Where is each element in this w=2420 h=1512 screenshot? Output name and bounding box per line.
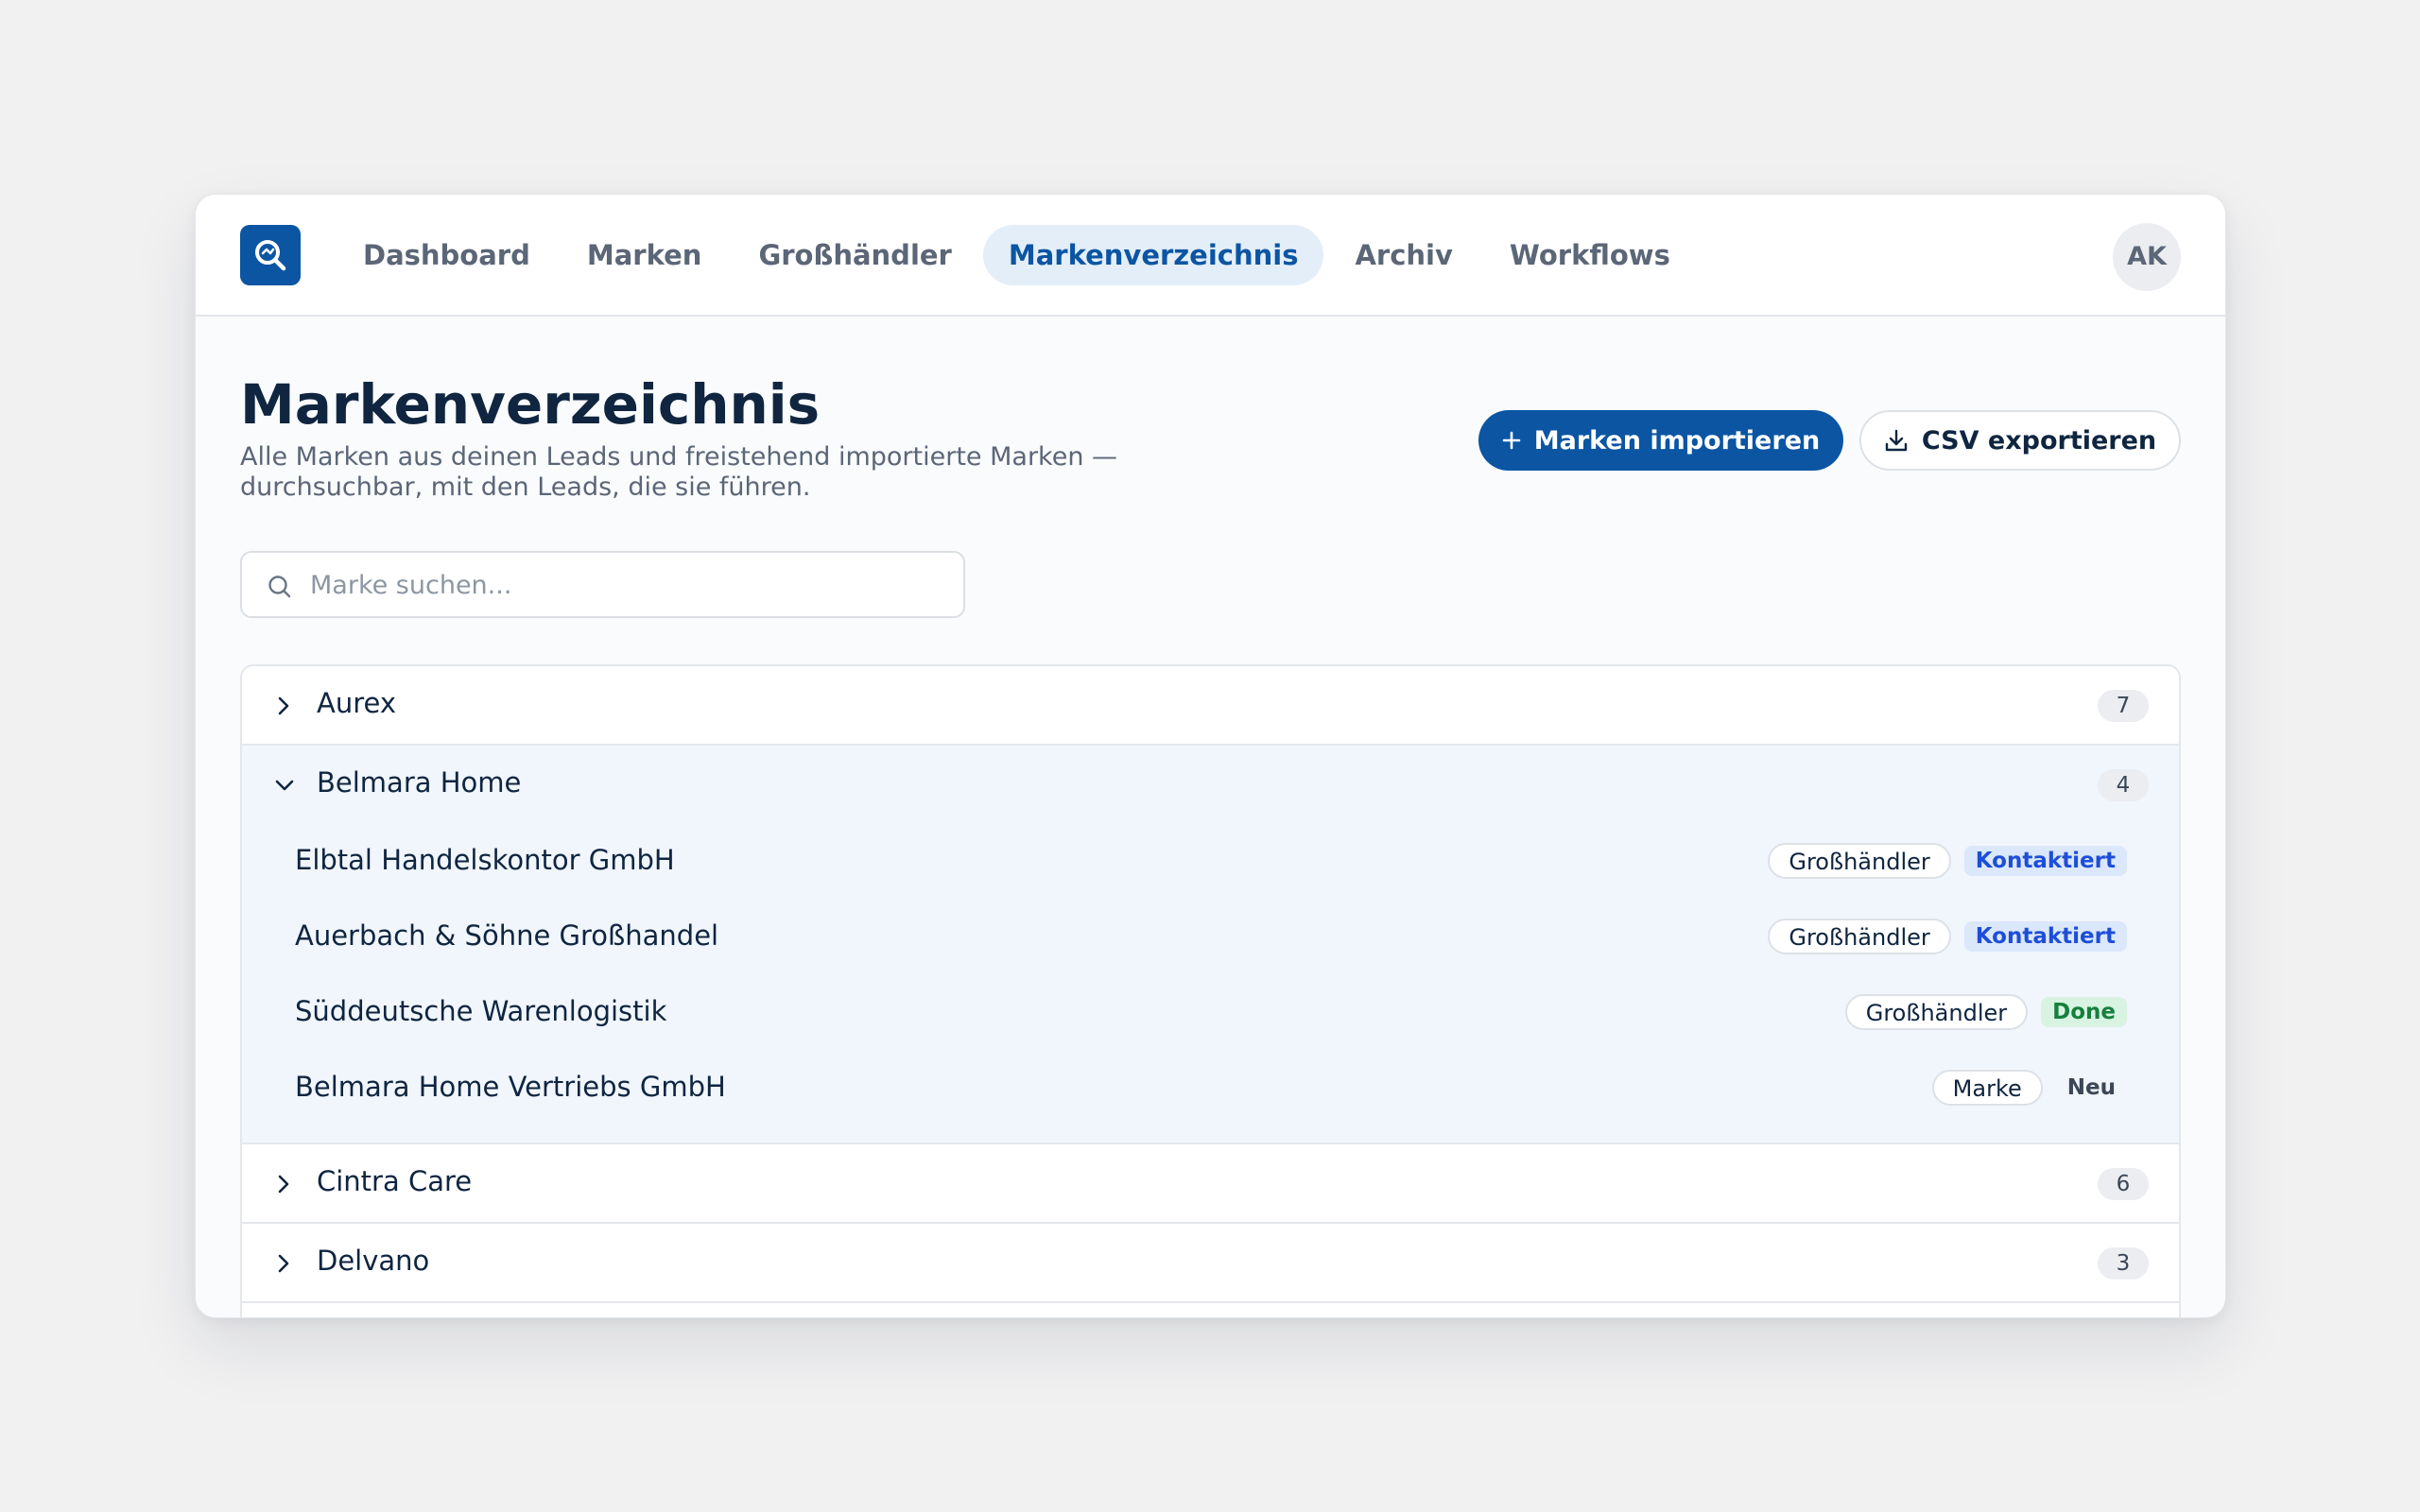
brand-group: Cintra Care 6 (242, 1144, 2179, 1224)
lead-count-badge: 3 (2098, 1247, 2149, 1280)
main-nav: Dashboard Marken Großhändler Markenverze… (337, 225, 1702, 285)
nav-item-workflows[interactable]: Workflows (1484, 225, 1696, 285)
lead-tags: Großhändler Kontaktiert (1768, 843, 2127, 879)
nav-item-grosshaendler[interactable]: Großhändler (733, 225, 977, 285)
nav-item-markenverzeichnis[interactable]: Markenverzeichnis (982, 225, 1324, 285)
page-subtitle: Alle Marken aus deinen Leads und freiste… (240, 442, 1118, 502)
brand-name: Aurex (317, 687, 396, 719)
search-icon (268, 576, 291, 598)
lead-type-tag: Großhändler (1768, 843, 1951, 879)
lead-row[interactable]: Süddeutsche Warenlogistik Großhändler Do… (242, 976, 2179, 1052)
group-bottom-spacing (242, 1127, 2179, 1143)
lead-type-tag: Großhändler (1844, 994, 2029, 1030)
brand-row-aurex[interactable]: Aurex 7 (242, 666, 2179, 746)
lead-tags: Marke Neu (1931, 1070, 2127, 1106)
brand-directory-list: Aurex 7 Belmara Home 4 Elbtal Handelskon… (240, 664, 2181, 1317)
brand-name: Cintra Care (317, 1165, 473, 1197)
chevron-right-icon[interactable] (274, 1174, 293, 1194)
app-window: Dashboard Marken Großhändler Markenverze… (195, 194, 2226, 1318)
lead-count-badge: 6 (2098, 1168, 2149, 1200)
top-navigation-bar: Dashboard Marken Großhändler Markenverze… (196, 195, 2225, 317)
chevron-right-icon[interactable] (274, 1253, 293, 1274)
lead-name: Belmara Home Vertriebs GmbH (295, 1071, 726, 1103)
lead-name: Süddeutsche Warenlogistik (295, 995, 667, 1027)
download-icon (1885, 429, 1908, 452)
lead-row[interactable]: Belmara Home Vertriebs GmbH Marke Neu (242, 1052, 2179, 1127)
chevron-right-icon[interactable] (274, 696, 293, 716)
lead-tags: Großhändler Done (1844, 994, 2127, 1030)
brand-group: Aurex 7 (242, 666, 2179, 746)
import-brands-label: Marken importieren (1533, 425, 1821, 455)
lead-row[interactable]: Auerbach & Söhne Großhandel Großhändler … (242, 901, 2179, 976)
brand-row-cintra-care[interactable]: Cintra Care 6 (242, 1144, 2179, 1224)
lead-type-tag: Großhändler (1768, 919, 1951, 954)
nav-item-marken[interactable]: Marken (562, 225, 728, 285)
import-brands-button[interactable]: Marken importieren (1478, 410, 1843, 471)
lead-count-badge: 4 (2098, 769, 2149, 801)
lead-type-tag: Marke (1931, 1070, 2043, 1106)
export-csv-label: CSV exportieren (1921, 425, 2157, 455)
lead-tags: Großhändler Kontaktiert (1768, 919, 2127, 954)
nav-item-archiv[interactable]: Archiv (1329, 225, 1478, 285)
lead-name: Auerbach & Söhne Großhandel (295, 919, 719, 952)
brand-search-input[interactable] (308, 560, 936, 610)
brand-search-field[interactable] (240, 551, 965, 618)
brand-row-belmara-home[interactable]: Belmara Home 4 (242, 746, 2179, 825)
brand-group: Belmara Home 4 Elbtal Handelskontor GmbH… (242, 746, 2179, 1144)
status-badge: Kontaktiert (1963, 846, 2127, 876)
user-avatar[interactable]: AK (2113, 223, 2181, 291)
plus-icon (1502, 431, 1521, 450)
lead-count-badge: 7 (2098, 690, 2149, 722)
status-badge: Neu (2066, 1075, 2116, 1100)
lead-name: Elbtal Handelskontor GmbH (295, 844, 675, 876)
lead-row[interactable]: Elbtal Handelskontor GmbH Großhändler Ko… (242, 825, 2179, 901)
brand-group: Delvano 3 (242, 1224, 2179, 1303)
brand-row-delvano[interactable]: Delvano 3 (242, 1224, 2179, 1303)
status-badge: Done (2041, 997, 2127, 1027)
chevron-down-icon[interactable] (274, 775, 295, 796)
export-csv-button[interactable]: CSV exportieren (1859, 410, 2181, 471)
nav-item-dashboard[interactable]: Dashboard (337, 225, 556, 285)
brand-name: Delvano (317, 1245, 430, 1277)
app-logo-search-icon[interactable] (240, 225, 301, 285)
status-badge: Kontaktiert (1963, 921, 2127, 952)
page-title: Markenverzeichnis (240, 372, 821, 437)
brand-name: Belmara Home (317, 766, 522, 799)
